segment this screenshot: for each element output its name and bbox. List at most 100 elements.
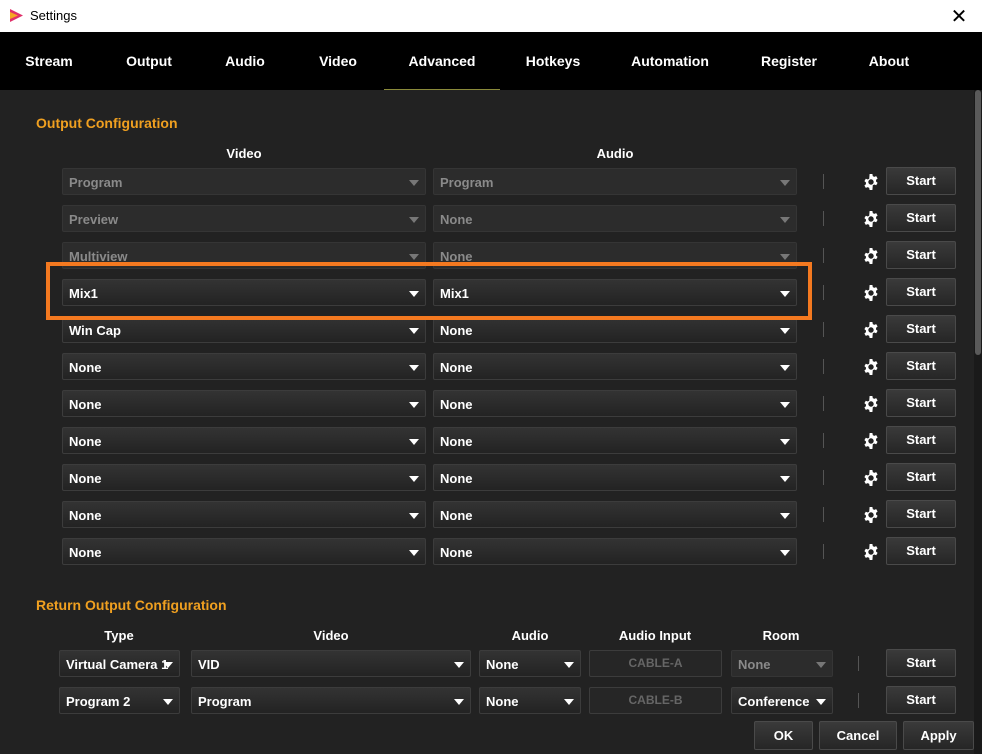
output-audio-dropdown[interactable]: None xyxy=(433,316,797,343)
cancel-button[interactable]: Cancel xyxy=(819,721,897,750)
output-start-button[interactable]: Start xyxy=(886,241,956,269)
dropdown-arrow-icon xyxy=(816,662,826,668)
output-start-button[interactable]: Start xyxy=(886,389,956,417)
separator xyxy=(858,693,859,708)
return-video-dropdown[interactable]: VID xyxy=(191,650,471,677)
return-video-header: Video xyxy=(313,628,349,643)
gear-icon[interactable] xyxy=(857,279,884,306)
output-config-title: Output Configuration xyxy=(36,115,178,131)
output-video-dropdown[interactable]: None xyxy=(62,390,426,417)
gear-icon[interactable] xyxy=(857,427,884,454)
tab-register[interactable]: Register xyxy=(754,32,824,90)
vertical-scrollbar[interactable] xyxy=(974,90,982,754)
tab-video[interactable]: Video xyxy=(303,32,373,90)
gear-icon[interactable] xyxy=(857,353,884,380)
output-audio-dropdown[interactable]: None xyxy=(433,538,797,565)
separator xyxy=(858,656,859,671)
return-type-dropdown[interactable]: Program 2 xyxy=(59,687,180,714)
output-video-dropdown[interactable]: None xyxy=(62,353,426,380)
gear-icon[interactable] xyxy=(857,168,884,195)
return-video-dropdown[interactable]: Program xyxy=(191,687,471,714)
tab-bar: Stream Output Audio Video Advanced Hotke… xyxy=(0,32,982,90)
tab-automation[interactable]: Automation xyxy=(620,32,720,90)
dropdown-value: None xyxy=(440,434,473,449)
dropdown-arrow-icon xyxy=(409,550,419,556)
output-video-dropdown[interactable]: None xyxy=(62,538,426,565)
gear-icon[interactable] xyxy=(857,538,884,565)
scrollbar-thumb[interactable] xyxy=(975,90,981,355)
dropdown-arrow-icon xyxy=(780,439,790,445)
output-start-button[interactable]: Start xyxy=(886,315,956,343)
tab-output[interactable]: Output xyxy=(114,32,184,90)
output-audio-dropdown[interactable]: None xyxy=(433,390,797,417)
output-video-header: Video xyxy=(226,146,262,161)
return-start-button[interactable]: Start xyxy=(886,649,956,677)
output-video-dropdown[interactable]: None xyxy=(62,501,426,528)
output-start-button[interactable]: Start xyxy=(886,426,956,454)
dropdown-value: Multiview xyxy=(69,249,128,264)
gear-icon[interactable] xyxy=(857,464,884,491)
output-audio-dropdown[interactable]: None xyxy=(433,501,797,528)
return-type-dropdown[interactable]: Virtual Camera 1 xyxy=(59,650,180,677)
return-start-button[interactable]: Start xyxy=(886,686,956,714)
output-start-button[interactable]: Start xyxy=(886,278,956,306)
gear-icon[interactable] xyxy=(857,242,884,269)
output-start-button[interactable]: Start xyxy=(886,537,956,565)
dropdown-value: None xyxy=(69,434,102,449)
output-video-dropdown[interactable]: Mix1 xyxy=(62,279,426,306)
tab-advanced[interactable]: Advanced xyxy=(384,32,500,90)
output-audio-dropdown[interactable]: None xyxy=(433,464,797,491)
dropdown-value: Mix1 xyxy=(69,286,98,301)
dropdown-arrow-icon xyxy=(564,699,574,705)
dropdown-arrow-icon xyxy=(780,180,790,186)
dropdown-arrow-icon xyxy=(409,402,419,408)
return-output-config-title: Return Output Configuration xyxy=(36,597,227,613)
dropdown-value: None xyxy=(440,397,473,412)
output-video-dropdown: Multiview xyxy=(62,242,426,269)
output-start-button[interactable]: Start xyxy=(886,500,956,528)
dropdown-value: None xyxy=(440,249,473,264)
output-start-button[interactable]: Start xyxy=(886,167,956,195)
apply-button[interactable]: Apply xyxy=(903,721,974,750)
dropdown-value: None xyxy=(738,657,771,672)
app-logo-icon xyxy=(10,9,23,22)
output-audio-dropdown[interactable]: None xyxy=(433,353,797,380)
return-audio-dropdown[interactable]: None xyxy=(479,650,581,677)
dropdown-value: Program xyxy=(198,694,252,709)
dropdown-arrow-icon xyxy=(409,513,419,519)
separator xyxy=(823,322,824,337)
dropdown-arrow-icon xyxy=(780,550,790,556)
tab-audio[interactable]: Audio xyxy=(210,32,280,90)
output-start-button[interactable]: Start xyxy=(886,463,956,491)
dropdown-arrow-icon xyxy=(780,365,790,371)
dropdown-value: VID xyxy=(198,657,220,672)
separator xyxy=(823,211,824,226)
dropdown-arrow-icon xyxy=(409,217,419,223)
gear-icon[interactable] xyxy=(857,316,884,343)
tab-hotkeys[interactable]: Hotkeys xyxy=(518,32,588,90)
output-start-button[interactable]: Start xyxy=(886,204,956,232)
output-audio-dropdown[interactable]: Mix1 xyxy=(433,279,797,306)
gear-icon[interactable] xyxy=(857,501,884,528)
dropdown-arrow-icon xyxy=(780,291,790,297)
ok-button[interactable]: OK xyxy=(754,721,813,750)
output-video-dropdown[interactable]: None xyxy=(62,464,426,491)
separator xyxy=(823,285,824,300)
return-audio-dropdown[interactable]: None xyxy=(479,687,581,714)
dropdown-arrow-icon xyxy=(780,476,790,482)
return-room-header: Room xyxy=(762,628,800,643)
title-bar: Settings ✕ xyxy=(0,0,982,33)
output-start-button[interactable]: Start xyxy=(886,352,956,380)
return-room-dropdown[interactable]: Conference xyxy=(731,687,833,714)
output-video-dropdown[interactable]: Win Cap xyxy=(62,316,426,343)
tab-about[interactable]: About xyxy=(854,32,924,90)
tab-stream[interactable]: Stream xyxy=(14,32,84,90)
dropdown-arrow-icon xyxy=(454,662,464,668)
dropdown-arrow-icon xyxy=(780,254,790,260)
dropdown-arrow-icon xyxy=(409,254,419,260)
output-video-dropdown[interactable]: None xyxy=(62,427,426,454)
close-button[interactable]: ✕ xyxy=(936,0,982,32)
output-audio-dropdown[interactable]: None xyxy=(433,427,797,454)
gear-icon[interactable] xyxy=(857,205,884,232)
gear-icon[interactable] xyxy=(857,390,884,417)
